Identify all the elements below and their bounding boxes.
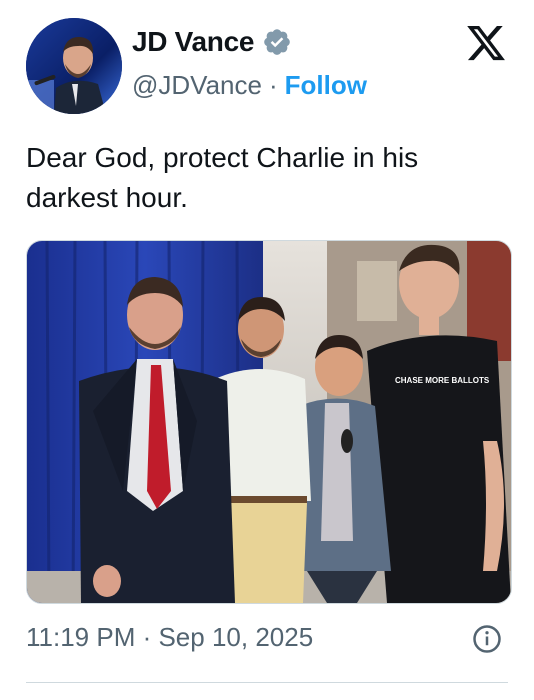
x-logo-icon[interactable]: [464, 22, 508, 64]
follow-button[interactable]: Follow: [285, 70, 367, 101]
divider: [26, 682, 508, 683]
tweet-text: Dear God, protect Charlie in his darkest…: [26, 142, 419, 213]
verified-badge-icon: [264, 29, 290, 55]
tweet-timestamp[interactable]: 11:19 PM · Sep 10, 2025: [26, 622, 313, 653]
author-name[interactable]: JD Vance: [132, 26, 254, 58]
info-icon[interactable]: [472, 624, 502, 654]
shirt-text: CHASE MORE BALLOTS: [395, 376, 490, 385]
author-handle-row: @JDVance · Follow: [132, 70, 367, 101]
separator-dot: ·: [268, 70, 278, 100]
tweet-photo[interactable]: CHASE MORE BALLOTS: [26, 240, 512, 604]
author-handle[interactable]: @JDVance: [132, 70, 262, 101]
author-name-row[interactable]: JD Vance: [132, 26, 292, 58]
avatar[interactable]: [26, 18, 122, 114]
